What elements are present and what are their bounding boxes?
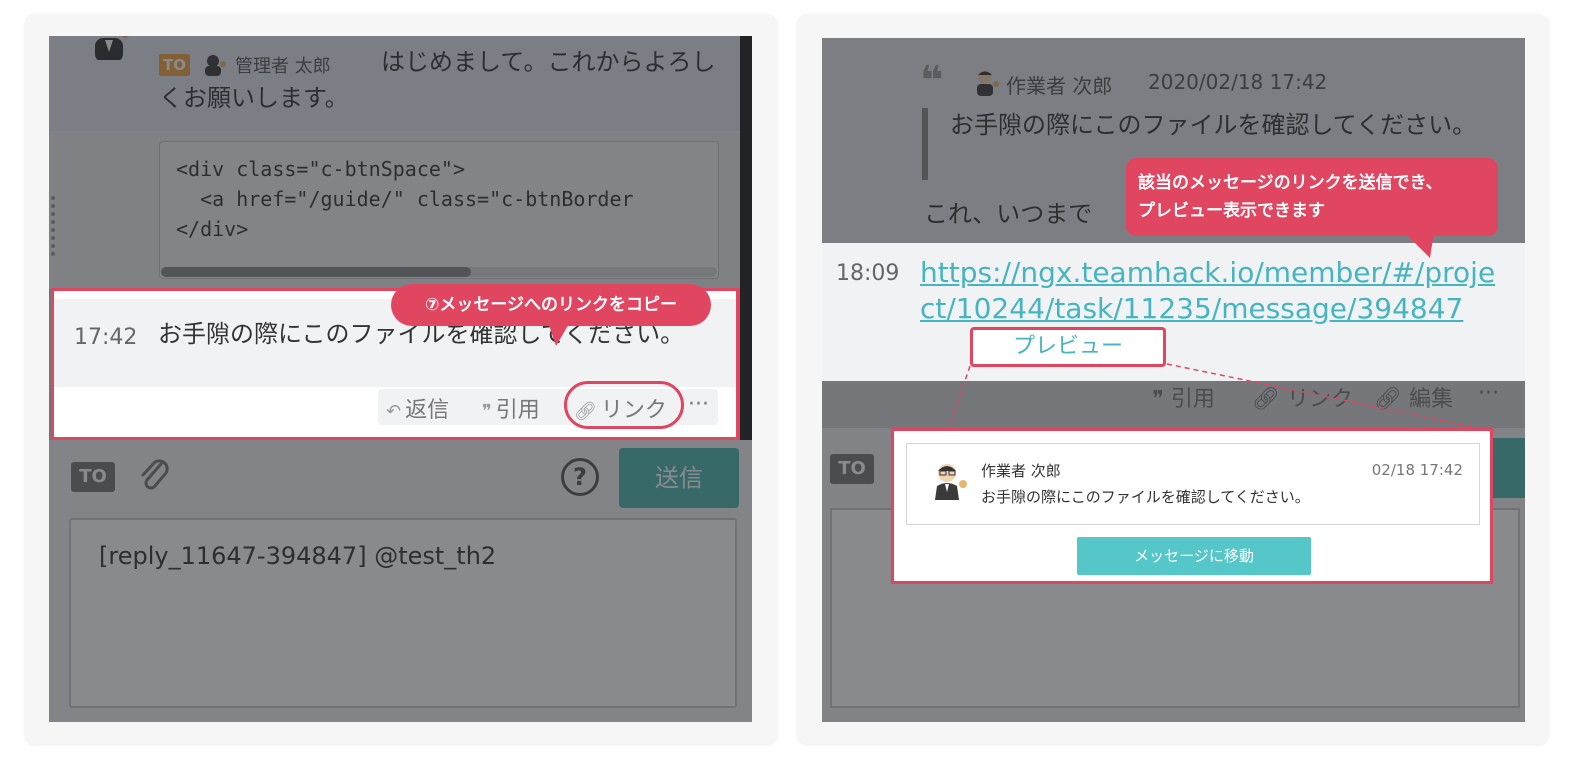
left-card: TO 管理者 太郎 はじめまして。これからよろしくお願いします。 <div cl… bbox=[25, 14, 777, 744]
edit-button[interactable]: 🔗︎ 編集 bbox=[1374, 381, 1453, 413]
reply-label: 返信 bbox=[405, 398, 450, 423]
preview-button[interactable]: プレビュー bbox=[970, 327, 1166, 367]
message-time: 17:42 bbox=[74, 325, 138, 350]
link-preview-card: 作業者 次郎 02/18 17:42 お手隙の際にこのファイルを確認してください… bbox=[891, 428, 1493, 584]
right-card: ❝ 作業者 次郎 2020/02/18 17:42 お手隙の際にこのファイルを確… bbox=[797, 14, 1549, 744]
preview-date: 02/18 17:42 bbox=[1371, 461, 1463, 479]
top-message-text: はじめまして。これからよろしくお願いします。 bbox=[159, 48, 716, 112]
code-line: <div class="c-btnSpace"> bbox=[176, 157, 465, 181]
link-icon: 🔗︎ bbox=[1252, 387, 1287, 412]
quote-mark-icon: ❝ bbox=[920, 58, 944, 104]
code-line: <a href="/guide/" class="c-btnBorder bbox=[176, 187, 634, 211]
send-button[interactable]: 送信 bbox=[619, 448, 739, 508]
quote-icon: ❞ bbox=[482, 401, 492, 422]
code-scrollbar-thumb[interactable] bbox=[161, 267, 471, 277]
message-time: 18:09 bbox=[836, 261, 900, 286]
code-line: </div> bbox=[176, 217, 249, 241]
worker-avatar-icon bbox=[977, 70, 999, 96]
message-link[interactable]: https://ngx.teamhack.io/member/#/project… bbox=[920, 255, 1510, 327]
message-actions: ❞ 引用 🔗︎ リンク 🔗︎ 編集 ··· bbox=[1152, 381, 1502, 413]
message-actions: ↶ 返信 ❞ 引用 🔗︎ リンク ··· bbox=[378, 381, 718, 429]
go-to-message-button[interactable]: メッセージに移動 bbox=[1077, 537, 1311, 575]
preview-message: 作業者 次郎 02/18 17:42 お手隙の際にこのファイルを確認してください… bbox=[906, 443, 1480, 525]
message-input[interactable]: [reply_11647-394847] @test_th2 bbox=[69, 518, 737, 708]
callout-line: プレビュー表示できます bbox=[1138, 201, 1325, 221]
help-icon[interactable]: ? bbox=[561, 458, 599, 496]
to-button[interactable]: TO bbox=[830, 454, 874, 484]
user-avatar-icon bbox=[95, 36, 129, 60]
quote-label: 引用 bbox=[495, 398, 540, 423]
quoted-author: 作業者 次郎 bbox=[1006, 74, 1113, 98]
more-button[interactable]: ··· bbox=[688, 392, 709, 417]
quote-icon: ❞ bbox=[1152, 387, 1171, 412]
link-label: リンク bbox=[1286, 387, 1353, 412]
quote-button[interactable]: ❞ 引用 bbox=[1152, 381, 1215, 413]
callout-line: 該当のメッセージのリンクを送信でき、 bbox=[1138, 173, 1443, 193]
quote-label: 引用 bbox=[1170, 387, 1215, 412]
message-text: これ、いつまで bbox=[924, 200, 1093, 228]
quote-bar bbox=[922, 108, 928, 180]
quote-button[interactable]: ❞ 引用 bbox=[482, 392, 540, 424]
chat-scrollbar[interactable] bbox=[740, 36, 752, 446]
callout-tail bbox=[1404, 232, 1434, 258]
preview-text: お手隙の際にこのファイルを確認してください。 bbox=[981, 488, 1310, 506]
code-horizontal-scrollbar[interactable] bbox=[161, 267, 717, 277]
reply-button[interactable]: ↶ 返信 bbox=[386, 392, 449, 424]
reply-icon: ↶ bbox=[386, 401, 402, 422]
quoted-date: 2020/02/18 17:42 bbox=[1148, 70, 1328, 94]
quoted-text: お手隙の際にこのファイルを確認してください。 bbox=[950, 111, 1477, 139]
copy-link-callout: ⑦メッセージへのリンクをコピー bbox=[391, 284, 711, 326]
composer: TO ? 送信 [reply_11647-394847] @test_th2 bbox=[49, 440, 752, 722]
right-chat-screen: ❝ 作業者 次郎 2020/02/18 17:42 お手隙の際にこのファイルを確… bbox=[822, 38, 1525, 722]
edit-label: 編集 bbox=[1408, 387, 1453, 412]
more-button[interactable]: ··· bbox=[1478, 381, 1499, 406]
preview-callout: 該当のメッセージのリンクを送信でき、 プレビュー表示できます bbox=[1126, 158, 1498, 236]
callout-tail bbox=[548, 322, 570, 346]
link-highlight-ring bbox=[564, 381, 684, 429]
preview-author: 作業者 次郎 bbox=[981, 462, 1061, 480]
attachment-icon[interactable] bbox=[137, 454, 171, 494]
code-block: <div class="c-btnSpace"> <a href="/guide… bbox=[159, 141, 719, 279]
worker-avatar-icon bbox=[935, 464, 967, 500]
code-message: <div class="c-btnSpace"> <a href="/guide… bbox=[49, 131, 752, 289]
top-message: TO 管理者 太郎 はじめまして。これからよろしくお願いします。 bbox=[49, 36, 752, 131]
to-button[interactable]: TO bbox=[71, 462, 115, 492]
link-message: 18:09 https://ngx.teamhack.io/member/#/p… bbox=[822, 243, 1525, 381]
drag-handle[interactable] bbox=[51, 196, 55, 256]
link-button[interactable]: 🔗︎ リンク bbox=[1252, 381, 1353, 413]
left-chat-screen: TO 管理者 太郎 はじめまして。これからよろしくお願いします。 <div cl… bbox=[49, 36, 752, 722]
edit-icon: 🔗︎ bbox=[1374, 387, 1409, 412]
